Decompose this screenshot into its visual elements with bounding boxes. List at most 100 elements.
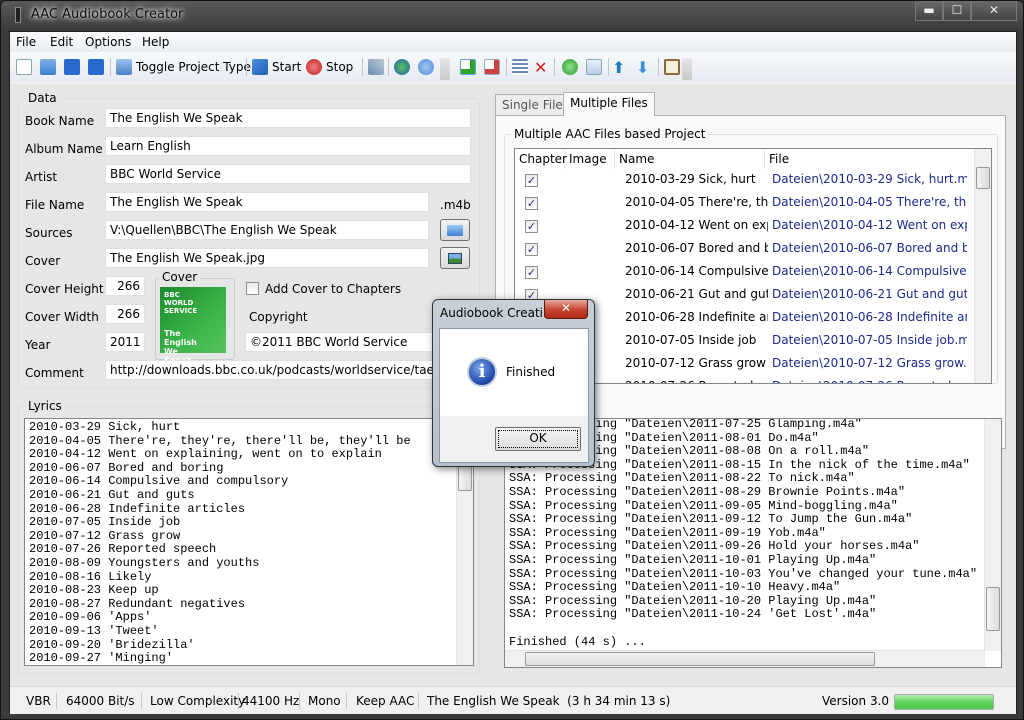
chapter-checkbox[interactable]: ✓ xyxy=(525,266,538,279)
file-row[interactable]: ✓ 2010-06-14 Compulsive and Dateien\2010-0… xyxy=(515,261,975,284)
artist-input[interactable]: BBC World Service xyxy=(105,164,471,184)
browse-sources-button[interactable] xyxy=(440,219,470,241)
save-button[interactable] xyxy=(64,57,80,77)
column-header-file[interactable]: File xyxy=(765,149,975,169)
file-name-cell: 2010-06-21 Gut and guts xyxy=(625,287,768,301)
files-scroll-thumb[interactable] xyxy=(976,167,990,189)
status-profile: Low Complexity xyxy=(150,694,246,708)
chapter-checkbox[interactable]: ✓ xyxy=(525,243,538,256)
cover-input[interactable]: The English We Speak.jpg xyxy=(105,248,429,268)
comment-input[interactable]: http://downloads.bbc.co.uk/podcasts/worl… xyxy=(105,360,471,380)
new-button[interactable] xyxy=(16,57,32,77)
cover-image-logo: BBC xyxy=(164,291,180,299)
file-path-cell: Dateien\2010-06-28 Indefinite articles xyxy=(772,310,967,324)
album-name-input[interactable]: Learn English xyxy=(105,136,471,156)
save-icon xyxy=(64,59,80,75)
move-up-button[interactable]: ⬆ xyxy=(612,57,625,77)
chapter-checkbox[interactable]: ✓ xyxy=(525,220,538,233)
remove-file-button[interactable] xyxy=(484,57,500,77)
toggle-project-type-button[interactable]: Toggle Project Type xyxy=(116,57,251,77)
tab-single-file[interactable]: Single File xyxy=(495,94,570,116)
close-button[interactable]: ✕ xyxy=(971,1,1017,21)
start-button[interactable]: Start xyxy=(252,57,301,77)
cover-image[interactable]: BBC WORLD SERVICE The English We Speak xyxy=(160,287,226,365)
column-header-name[interactable]: Name xyxy=(615,149,765,169)
progress-fill xyxy=(895,695,993,709)
cover-width-input[interactable]: 266 xyxy=(105,304,145,324)
move-down-button[interactable]: ⬇ xyxy=(636,57,649,77)
browse-cover-button[interactable] xyxy=(440,247,470,269)
finished-dialog: Audiobook Creati... ✕ i Finished OK xyxy=(432,299,595,467)
status-codec-mode: Keep AAC xyxy=(356,694,415,708)
artist-label: Artist xyxy=(25,170,58,184)
clipboard-button[interactable] xyxy=(664,57,680,77)
log-hscrollbar[interactable] xyxy=(505,650,985,667)
cover-height-input[interactable]: 266 xyxy=(105,276,145,296)
minimize-button[interactable]: ▬ xyxy=(915,1,943,21)
ok-button[interactable]: OK xyxy=(495,427,581,451)
log-vscrollbar[interactable] xyxy=(984,419,1001,651)
delete-button[interactable]: ✕ xyxy=(534,57,547,77)
app-icon xyxy=(15,7,21,23)
file-row[interactable]: ✓ 2010-06-07 Bored and boring Dateien\2010… xyxy=(515,238,975,261)
file-row[interactable]: ✓ 2010-04-12 Went on explaining Dateien\20… xyxy=(515,215,975,238)
files-scrollbar[interactable] xyxy=(974,149,991,383)
tab-multiple-files[interactable]: Multiple Files xyxy=(563,92,655,116)
remove-file-icon xyxy=(484,59,500,75)
refresh-button[interactable] xyxy=(562,57,578,77)
files-group-title: Multiple AAC Files based Project xyxy=(511,127,709,141)
file-row[interactable]: ✓ 2010-03-29 Sick, hurt Dateien\2010-03-29… xyxy=(515,169,975,192)
menu-bar: File Edit Options Help xyxy=(10,32,1016,52)
lyrics-group-title: Lyrics xyxy=(25,399,65,413)
status-separator xyxy=(299,693,300,709)
arrow-up-icon: ⬆ xyxy=(612,57,626,77)
lyrics-line: 2010-06-07 Bored and boring xyxy=(29,460,224,475)
open-button[interactable] xyxy=(40,57,56,77)
menu-help[interactable]: Help xyxy=(142,35,169,49)
column-header-chapter[interactable]: Chapter xyxy=(515,149,567,169)
lyrics-line: 2010-03-29 Sick, hurt xyxy=(29,420,181,434)
file-row[interactable]: ✓ 2010-04-05 There're, they're Dateien\201… xyxy=(515,192,975,215)
stop-button[interactable]: Stop xyxy=(306,57,353,77)
lyrics-line: 2010-09-06 'Apps' xyxy=(29,610,152,625)
folder-icon xyxy=(447,224,463,236)
cover-label: Cover xyxy=(25,254,61,268)
toolbar-separator xyxy=(362,58,363,76)
menu-file[interactable]: File xyxy=(16,35,36,49)
maximize-button[interactable]: ☐ xyxy=(943,1,971,21)
toolbar-overflow[interactable] xyxy=(682,58,692,80)
log-hscroll-thumb[interactable] xyxy=(525,652,875,666)
tools-button[interactable] xyxy=(368,57,384,77)
toolbar-overflow[interactable] xyxy=(440,58,450,80)
menu-options[interactable]: Options xyxy=(85,35,131,49)
add-cover-checkbox[interactable] xyxy=(246,282,259,295)
web-button[interactable] xyxy=(394,57,410,77)
about-button[interactable] xyxy=(418,57,434,77)
info-icon xyxy=(418,59,434,75)
chapter-checkbox[interactable]: ✓ xyxy=(525,174,538,187)
log-vscroll-thumb[interactable] xyxy=(986,587,1000,631)
lyrics-line: 2010-06-28 Indefinite articles xyxy=(29,501,246,516)
document-button[interactable] xyxy=(586,57,602,77)
toolbar-separator xyxy=(608,58,609,76)
menu-edit[interactable]: Edit xyxy=(50,35,73,49)
status-separator xyxy=(141,693,142,709)
lyrics-line: 2010-06-21 Gut and guts xyxy=(29,487,195,502)
save-as-button[interactable] xyxy=(88,57,104,77)
column-header-image[interactable]: Image xyxy=(565,149,615,169)
lyrics-textarea[interactable]: 2010-03-29 Sick, hurt 2010-04-05 There're… xyxy=(24,418,474,666)
log-line: SSA: Processing "Dateien\2011-08-22 To n… xyxy=(509,471,855,486)
toolbar-separator xyxy=(246,58,247,76)
dialog-close-button[interactable]: ✕ xyxy=(544,300,588,319)
status-sample-rate: 44100 Hz xyxy=(242,694,300,708)
chapter-checkbox[interactable]: ✓ xyxy=(525,197,538,210)
file-name-input[interactable]: The English We Speak xyxy=(105,192,429,212)
add-cover-label[interactable]: Add Cover to Chapters xyxy=(265,282,401,296)
sources-input[interactable]: V:\Quellen\BBC\The English We Speak xyxy=(105,220,429,240)
list-button[interactable] xyxy=(512,57,528,77)
year-input[interactable]: 2011 xyxy=(105,332,145,352)
title-bar[interactable]: AAC Audiobook Creator ▬ ☐ ✕ xyxy=(1,1,1023,29)
stop-icon xyxy=(306,59,322,75)
book-name-input[interactable]: The English We Speak xyxy=(105,108,471,128)
add-file-button[interactable] xyxy=(460,57,476,77)
